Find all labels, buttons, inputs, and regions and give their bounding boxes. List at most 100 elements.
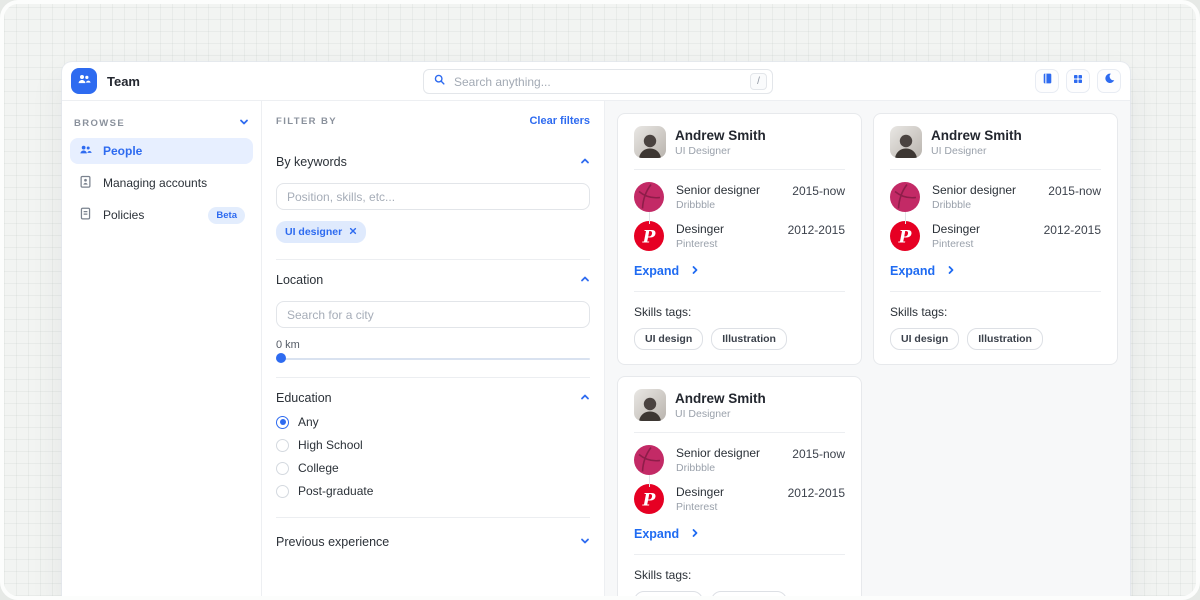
- education-section-header[interactable]: Education: [276, 389, 590, 407]
- browse-label: BROWSE: [74, 118, 125, 129]
- experience-period: 2015-now: [792, 445, 845, 461]
- keywords-input[interactable]: [276, 183, 590, 210]
- app-header: Team /: [62, 62, 1130, 101]
- previous-experience-section-header[interactable]: Previous experience: [276, 533, 590, 551]
- expand-link[interactable]: Expand: [890, 264, 1101, 278]
- experience-title: Senior designer: [932, 183, 1036, 197]
- avatar: [890, 126, 922, 158]
- experience-title: Desinger: [676, 222, 776, 236]
- profile-card: Andrew Smith UI Designer Senior desi: [617, 376, 862, 600]
- radio-option-high-school[interactable]: High School: [276, 437, 590, 453]
- beta-badge: Beta: [208, 207, 245, 224]
- radio-selected[interactable]: [276, 416, 289, 429]
- document-icon: [78, 206, 93, 224]
- person-name: Andrew Smith: [675, 128, 766, 143]
- experience-company: Pinterest: [932, 238, 1032, 250]
- apps-grid-button[interactable]: [1066, 69, 1090, 93]
- distance-slider[interactable]: [276, 353, 590, 363]
- radio[interactable]: [276, 462, 289, 475]
- remove-tag-icon[interactable]: [349, 226, 357, 238]
- divider: [890, 291, 1101, 292]
- chevron-right-icon: [690, 527, 700, 541]
- chevron-up-icon: [580, 389, 590, 407]
- divider: [634, 554, 845, 555]
- experience-row: Senior designer Dribbble 2015-now: [890, 182, 1101, 212]
- avatar: [634, 126, 666, 158]
- radio-option-college[interactable]: College: [276, 460, 590, 476]
- experience-company: Pinterest: [676, 501, 776, 513]
- experience-title: Senior designer: [676, 183, 780, 197]
- team-people-icon: [76, 71, 92, 92]
- sidebar-item-people[interactable]: People: [70, 138, 253, 164]
- search-shortcut-key: /: [750, 73, 767, 90]
- grid-icon: [1072, 72, 1084, 90]
- radio-option-post-graduate[interactable]: Post-graduate: [276, 483, 590, 499]
- person-name: Andrew Smith: [675, 391, 766, 406]
- distance-value-label: 0 km: [276, 339, 590, 351]
- divider: [276, 259, 590, 260]
- book-button[interactable]: [1035, 69, 1059, 93]
- skill-tag[interactable]: UI design: [890, 328, 959, 350]
- person-role: UI Designer: [675, 145, 766, 157]
- dark-mode-button[interactable]: [1097, 69, 1121, 93]
- chevron-down-icon: [239, 114, 249, 132]
- filter-by-label: FILTER BY: [276, 116, 337, 127]
- dribbble-icon: [634, 445, 664, 475]
- filter-panel: FILTER BY Clear filters By keywords UI d…: [262, 101, 605, 599]
- skill-tag[interactable]: UI design: [634, 591, 703, 600]
- sidebar-item-label: Managing accounts: [103, 176, 207, 190]
- expand-link[interactable]: Expand: [634, 264, 845, 278]
- experience-company: Dribbble: [932, 199, 1036, 211]
- app-title: Team: [107, 74, 140, 89]
- dribbble-icon: [634, 182, 664, 212]
- previous-experience-label: Previous experience: [276, 535, 389, 549]
- expand-link[interactable]: Expand: [634, 527, 845, 541]
- divider: [276, 517, 590, 518]
- slider-track[interactable]: [276, 358, 590, 360]
- search-input[interactable]: [454, 75, 750, 89]
- sidebar: BROWSE People Managing accounts: [62, 101, 262, 599]
- app-logo: [71, 68, 97, 94]
- keywords-section-header[interactable]: By keywords: [276, 153, 590, 171]
- experience-period: 2012-2015: [788, 484, 845, 500]
- divider: [890, 169, 1101, 170]
- tag-label: UI designer: [285, 226, 342, 238]
- radio[interactable]: [276, 439, 289, 452]
- slider-thumb[interactable]: [276, 353, 286, 363]
- profile-card: Andrew Smith UI Designer Senior desi: [873, 113, 1118, 365]
- chevron-right-icon: [946, 264, 956, 278]
- skill-tag[interactable]: Illustration: [711, 328, 787, 350]
- person-name: Andrew Smith: [931, 128, 1022, 143]
- skill-tag[interactable]: Illustration: [711, 591, 787, 600]
- keyword-tag-ui-designer[interactable]: UI designer: [276, 221, 366, 243]
- experience-company: Pinterest: [676, 238, 776, 250]
- experience-period: 2015-now: [792, 182, 845, 198]
- clear-filters-link[interactable]: Clear filters: [529, 115, 590, 127]
- skills-label: Skills tags:: [634, 305, 845, 319]
- svg-text:P: P: [642, 228, 657, 248]
- profile-card: Andrew Smith UI Designer Senior desi: [617, 113, 862, 365]
- avatar: [634, 389, 666, 421]
- sidebar-item-policies[interactable]: Policies Beta: [70, 202, 253, 228]
- experience-period: 2012-2015: [1044, 221, 1101, 237]
- book-icon: [1041, 72, 1054, 90]
- skill-tag[interactable]: Illustration: [967, 328, 1043, 350]
- location-section-header[interactable]: Location: [276, 271, 590, 289]
- city-search-input[interactable]: [276, 301, 590, 328]
- experience-period: 2015-now: [1048, 182, 1101, 198]
- person-role: UI Designer: [931, 145, 1022, 157]
- timeline-connector: [905, 212, 906, 224]
- skills-label: Skills tags:: [634, 568, 845, 582]
- global-search[interactable]: /: [423, 69, 773, 94]
- pinterest-icon: P: [634, 484, 664, 514]
- location-label: Location: [276, 273, 323, 287]
- chevron-up-icon: [580, 271, 590, 289]
- divider: [276, 377, 590, 378]
- sidebar-section-header[interactable]: BROWSE: [70, 114, 253, 132]
- chevron-up-icon: [580, 153, 590, 171]
- radio[interactable]: [276, 485, 289, 498]
- sidebar-item-managing-accounts[interactable]: Managing accounts: [70, 170, 253, 196]
- radio-option-any[interactable]: Any: [276, 414, 590, 430]
- dribbble-icon: [890, 182, 920, 212]
- skill-tag[interactable]: UI design: [634, 328, 703, 350]
